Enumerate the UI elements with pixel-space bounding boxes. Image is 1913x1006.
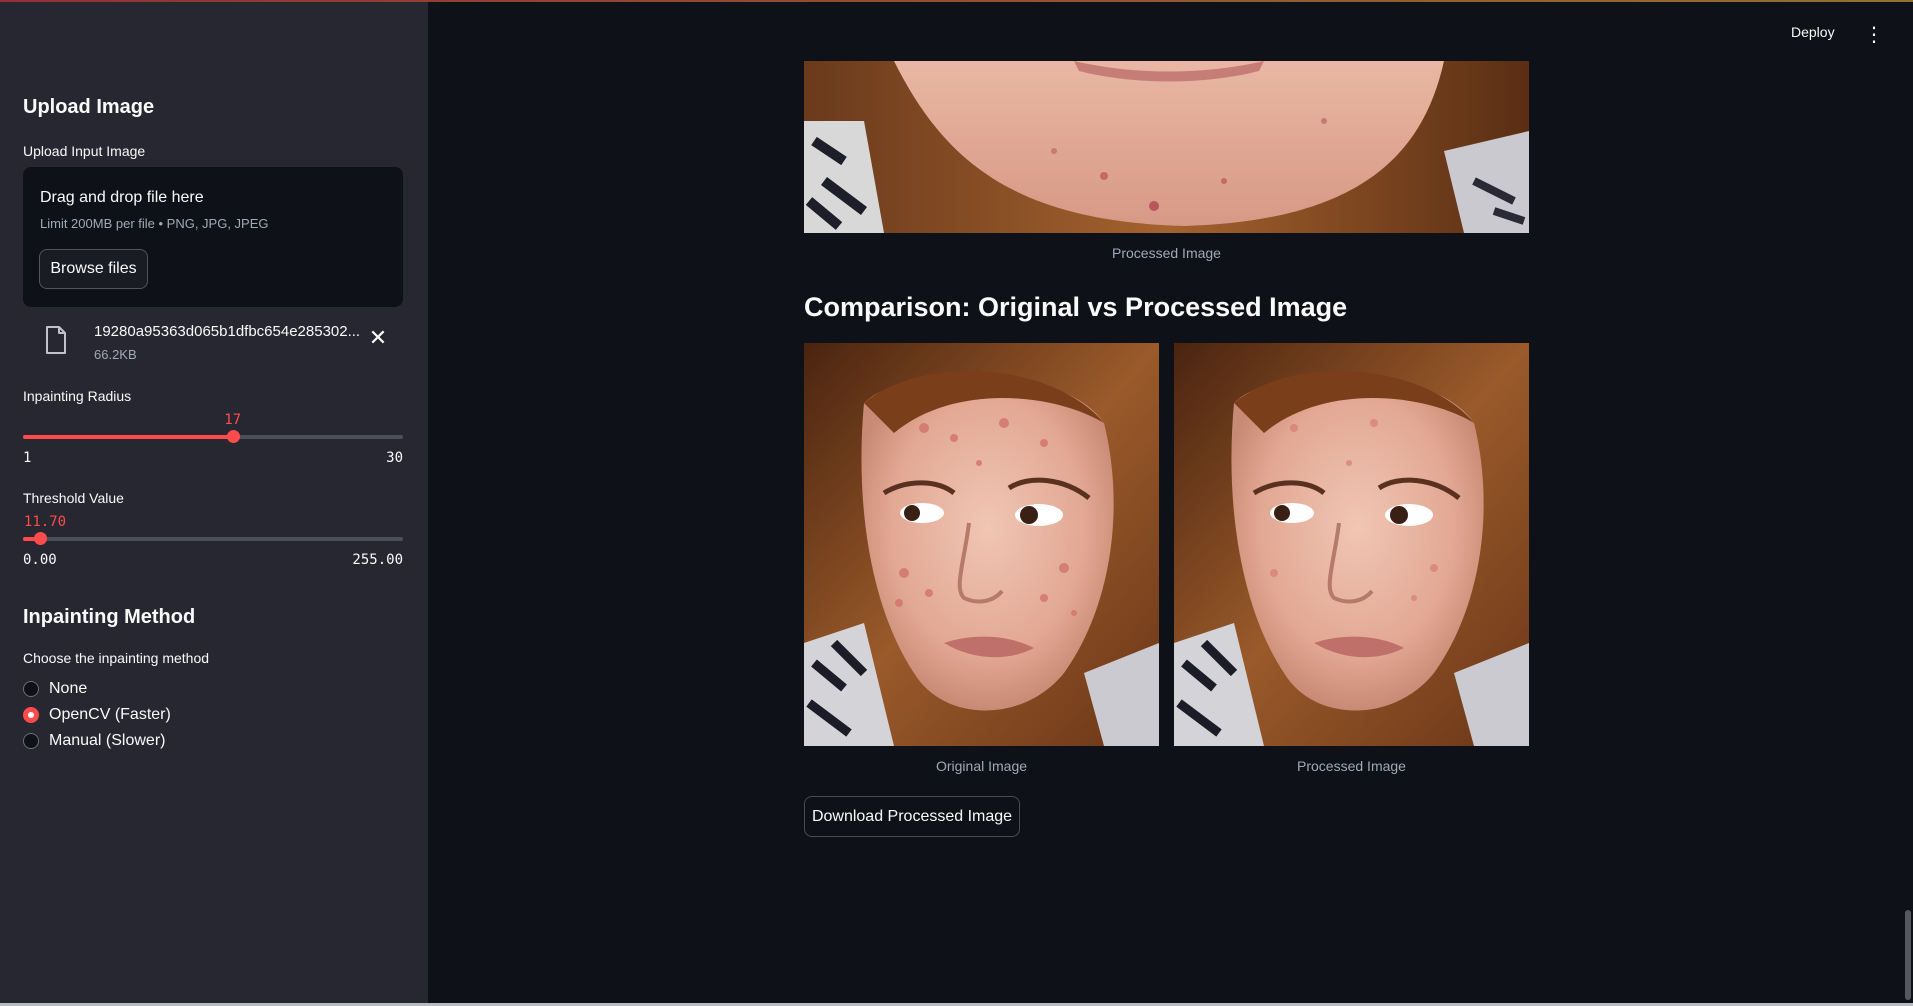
download-processed-image-button[interactable]: Download Processed Image — [804, 796, 1020, 837]
radio-label: None — [49, 680, 88, 697]
slider-track — [23, 537, 403, 541]
comparison-heading: Comparison: Original vs Processed Image — [804, 292, 1348, 322]
processed-image-caption: Processed Image — [1112, 245, 1221, 261]
remove-file-icon[interactable]: ✕ — [367, 327, 389, 349]
file-icon — [46, 326, 66, 354]
method-heading: Inpainting Method — [23, 606, 196, 628]
slider-value: 17 — [224, 412, 242, 428]
scrollbar[interactable] — [1905, 910, 1911, 1000]
slider-max: 255.00 — [352, 552, 403, 568]
dropzone-title: Drag and drop file here — [40, 189, 204, 206]
slider-handle[interactable] — [34, 532, 48, 545]
radio-button[interactable] — [23, 707, 39, 723]
processed-image-top — [804, 61, 1529, 233]
file-dropzone[interactable]: Drag and drop file here Limit 200MB per … — [23, 167, 403, 307]
radio-label: OpenCV (Faster) — [49, 706, 171, 723]
radio-option-opencv[interactable]: OpenCV (Faster) — [23, 704, 171, 726]
radius-slider[interactable]: 17 1 30 — [23, 412, 403, 476]
upload-heading: Upload Image — [23, 96, 155, 118]
slider-min: 1 — [23, 450, 32, 466]
main-content: Processed Image Comparison: Original vs … — [428, 0, 1913, 1006]
slider-handle[interactable] — [226, 430, 240, 443]
radio-button[interactable] — [23, 733, 39, 749]
browse-files-button[interactable]: Browse files — [39, 249, 148, 289]
file-name: 19280a95363d065b1dfbc654e285302... — [94, 323, 361, 340]
dropzone-hint: Limit 200MB per file • PNG, JPG, JPEG — [40, 216, 269, 231]
threshold-slider[interactable]: 11.70 0.00 255.00 — [23, 514, 403, 578]
original-image-caption: Original Image — [935, 758, 1028, 774]
upload-label: Upload Input Image — [23, 143, 146, 159]
radio-label: Manual (Slower) — [49, 732, 166, 749]
file-size: 66.2KB — [94, 347, 137, 362]
slider-max: 30 — [386, 450, 403, 466]
method-label: Choose the inpainting method — [23, 650, 210, 666]
radio-option-none[interactable]: None — [23, 678, 87, 700]
threshold-label: Threshold Value — [23, 490, 124, 506]
radio-button[interactable] — [23, 681, 39, 697]
radius-label: Inpainting Radius — [23, 388, 132, 404]
original-image — [804, 343, 1159, 746]
sidebar: Upload Image Upload Input Image Drag and… — [0, 2, 428, 1004]
processed-image-caption-2: Processed Image — [1297, 758, 1406, 774]
slider-min: 0.00 — [23, 552, 57, 568]
slider-fill — [23, 435, 233, 439]
uploaded-file: 19280a95363d065b1dfbc654e285302... 66.2K… — [23, 317, 403, 367]
radio-option-manual[interactable]: Manual (Slower) — [23, 730, 165, 752]
processed-image — [1174, 343, 1529, 746]
slider-value: 11.70 — [23, 514, 67, 530]
